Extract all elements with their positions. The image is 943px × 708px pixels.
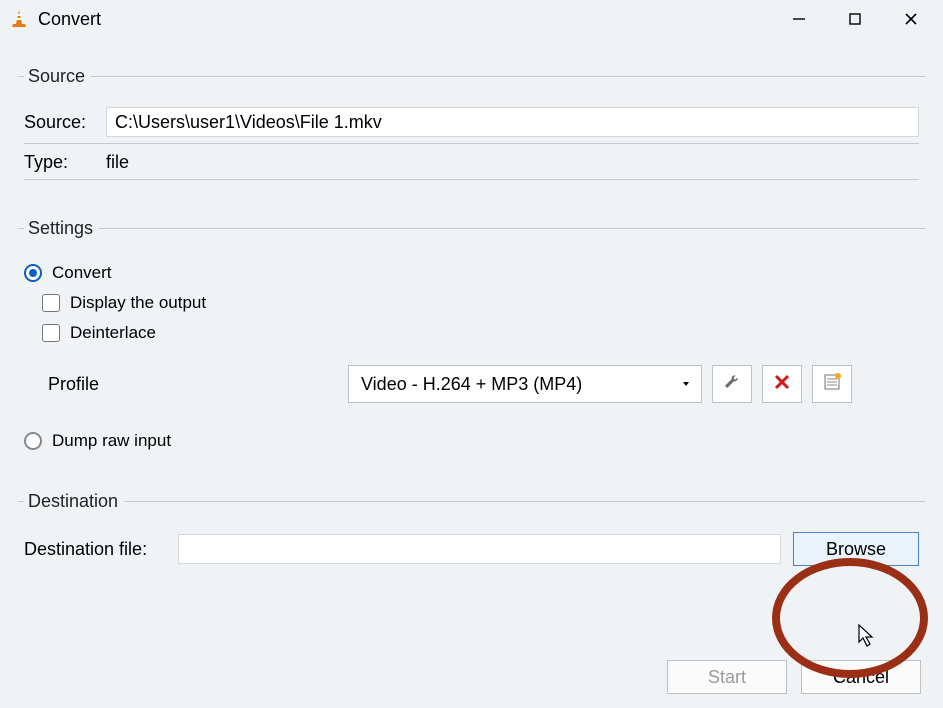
vlc-cone-icon: [8, 8, 30, 30]
browse-button-label: Browse: [826, 539, 886, 560]
profile-select[interactable]: Video - H.264 + MP3 (MP4): [348, 365, 702, 403]
dialog-footer: Start Cancel: [667, 660, 921, 694]
x-icon: [773, 373, 791, 396]
new-list-icon: [822, 372, 842, 397]
destination-file-label: Destination file:: [24, 539, 178, 560]
dump-raw-radio[interactable]: Dump raw input: [24, 431, 919, 451]
destination-legend: Destination: [24, 491, 124, 512]
titlebar: Convert: [0, 0, 943, 38]
cursor-icon: [858, 624, 878, 653]
profile-label: Profile: [48, 374, 348, 395]
type-value: file: [106, 152, 129, 173]
profile-value: Video - H.264 + MP3 (MP4): [361, 374, 582, 395]
source-path-input[interactable]: [106, 107, 919, 137]
checkbox-icon: [42, 324, 60, 342]
source-label: Source:: [24, 112, 106, 133]
destination-group: Destination Destination file: Browse: [18, 491, 925, 584]
checkbox-icon: [42, 294, 60, 312]
edit-profile-button[interactable]: [712, 365, 752, 403]
deinterlace-label: Deinterlace: [70, 323, 156, 343]
type-label: Type:: [24, 152, 106, 173]
cancel-button-label: Cancel: [833, 667, 889, 688]
settings-group: Settings Convert Display the output Dein…: [18, 218, 925, 473]
radio-icon: [24, 264, 42, 282]
convert-radio-label: Convert: [52, 263, 112, 283]
delete-profile-button[interactable]: [762, 365, 802, 403]
start-button-label: Start: [708, 667, 746, 688]
settings-legend: Settings: [24, 218, 99, 239]
divider: [24, 179, 919, 180]
start-button[interactable]: Start: [667, 660, 787, 694]
display-output-checkbox[interactable]: Display the output: [42, 293, 919, 313]
cancel-button[interactable]: Cancel: [801, 660, 921, 694]
browse-button[interactable]: Browse: [793, 532, 919, 566]
wrench-icon: [722, 372, 742, 397]
minimize-button[interactable]: [771, 0, 827, 38]
source-legend: Source: [24, 66, 91, 87]
deinterlace-checkbox[interactable]: Deinterlace: [42, 323, 919, 343]
close-button[interactable]: [883, 0, 939, 38]
display-output-label: Display the output: [70, 293, 206, 313]
maximize-button[interactable]: [827, 0, 883, 38]
dump-raw-label: Dump raw input: [52, 431, 171, 451]
destination-file-input[interactable]: [178, 534, 781, 564]
convert-radio[interactable]: Convert: [24, 263, 919, 283]
divider: [24, 143, 919, 144]
radio-icon: [24, 432, 42, 450]
source-group: Source Source: Type: file: [18, 66, 925, 200]
window-title: Convert: [38, 9, 101, 30]
chevron-down-icon: [683, 382, 689, 386]
new-profile-button[interactable]: [812, 365, 852, 403]
